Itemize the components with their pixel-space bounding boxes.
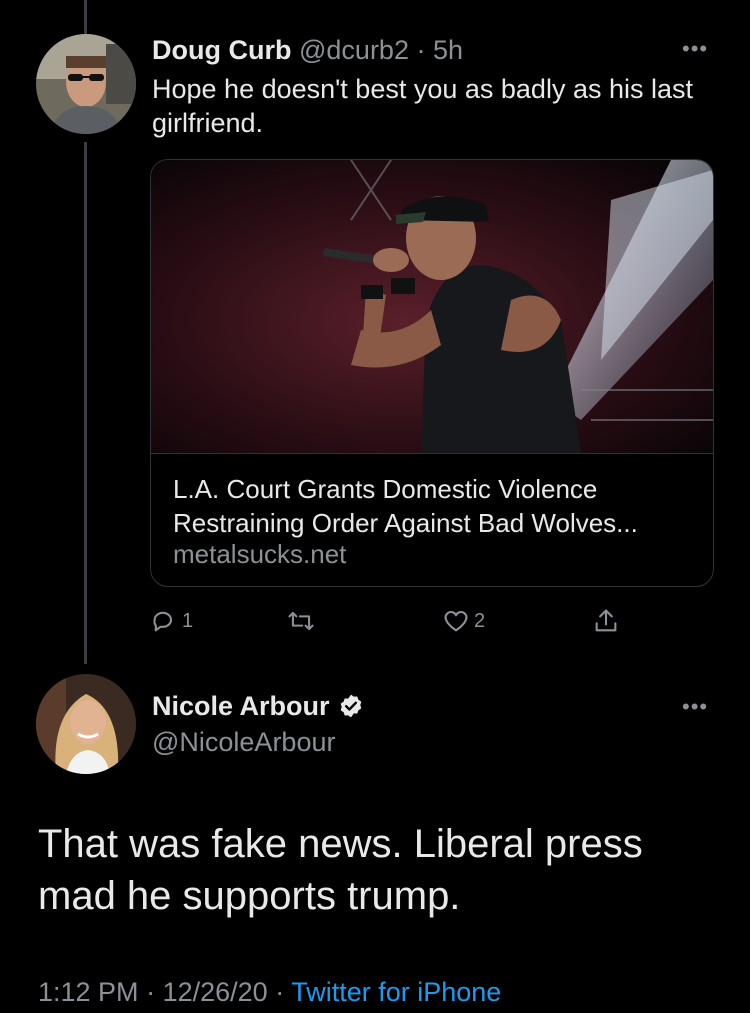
tweet-meta: 1:12 PM · 12/26/20 · Twitter for iPhone	[38, 975, 501, 1009]
tweet-text: That was fake news. Liberal press mad he…	[38, 822, 643, 918]
retweet-icon	[288, 611, 314, 631]
tweet2-header: Nicole Arbour	[152, 690, 364, 722]
tweet-source-link[interactable]: Twitter for iPhone	[291, 977, 501, 1007]
thread-connector-top	[84, 0, 87, 34]
share-button[interactable]	[592, 604, 620, 638]
card-meta: L.A. Court Grants Domestic Violence Rest…	[151, 453, 713, 586]
avatar-image	[36, 34, 136, 134]
tweet1-header: Doug Curb @dcurb2 · 5h	[152, 34, 463, 66]
separator: ·	[275, 977, 285, 1007]
reply-count: 1	[182, 609, 194, 632]
avatar-image	[36, 674, 136, 774]
separator: ·	[146, 977, 156, 1007]
reply-icon	[153, 611, 173, 632]
share-icon	[595, 609, 617, 632]
tweet-actions: 1 2	[150, 604, 620, 638]
author-handle[interactable]: @dcurb2	[299, 35, 409, 65]
more-icon[interactable]: •••	[682, 696, 708, 718]
tweet-time[interactable]: 5h	[433, 35, 463, 65]
like-icon	[444, 610, 468, 632]
card-domain: metalsucks.net	[173, 539, 347, 569]
thread-connector	[84, 142, 87, 664]
author-handle[interactable]: @NicoleArbour	[152, 726, 335, 758]
more-icon[interactable]: •••	[682, 38, 708, 60]
reply-button[interactable]: 1	[150, 604, 193, 638]
separator: ·	[416, 35, 426, 65]
verified-badge-icon	[340, 694, 361, 718]
retweet-button[interactable]	[286, 604, 320, 638]
author-name[interactable]: Doug Curb	[152, 35, 291, 65]
doug-curb-avatar[interactable]	[36, 34, 136, 134]
link-card[interactable]: L.A. Court Grants Domestic Violence Rest…	[150, 159, 714, 587]
author-name[interactable]: Nicole Arbour	[152, 690, 330, 722]
tweet-time[interactable]: 1:12 PM	[38, 977, 139, 1007]
tweet-text: Hope he doesn't best you as badly as his…	[152, 74, 693, 138]
nicole-arbour-avatar[interactable]	[36, 674, 136, 774]
like-button[interactable]: 2	[442, 604, 485, 638]
tweet-date[interactable]: 12/26/20	[163, 977, 268, 1007]
card-title: L.A. Court Grants Domestic Violence Rest…	[173, 474, 638, 538]
like-count: 2	[474, 609, 486, 632]
card-image	[151, 160, 713, 453]
